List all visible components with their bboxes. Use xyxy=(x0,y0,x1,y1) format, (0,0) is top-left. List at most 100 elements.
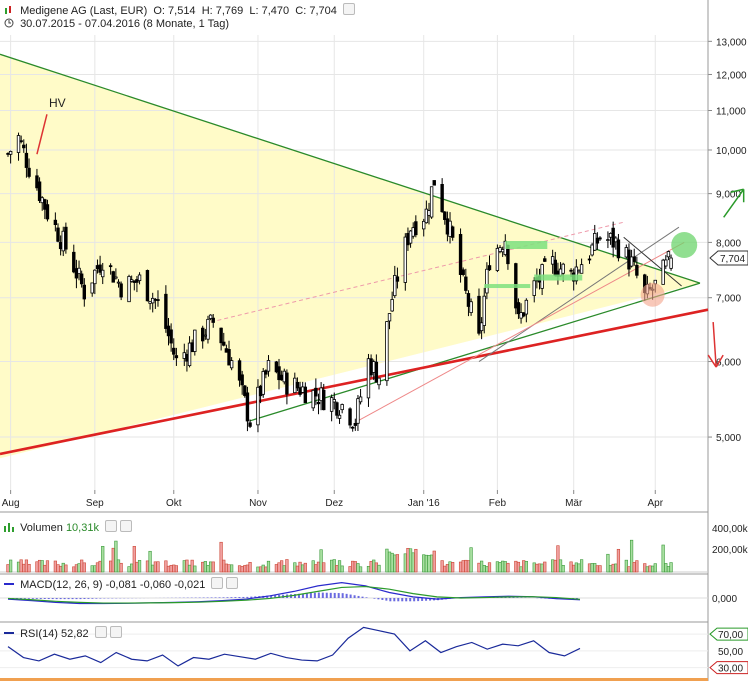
macd-histogram-bar xyxy=(349,594,352,598)
candle-body xyxy=(295,381,300,389)
candle-body xyxy=(629,256,634,267)
candle-body xyxy=(8,150,13,155)
volume-bar xyxy=(561,565,565,573)
volume-bar xyxy=(111,547,115,573)
volume-bar xyxy=(651,565,655,573)
rsi-settings-icon[interactable] xyxy=(94,626,107,638)
volume-bar xyxy=(377,564,381,573)
volume-bar xyxy=(230,564,234,573)
volume-bar xyxy=(172,564,176,573)
macd-histogram-bar xyxy=(206,597,209,598)
candle-body xyxy=(135,279,139,283)
macd-histogram-bar xyxy=(353,595,356,598)
candle-body xyxy=(487,265,492,271)
volume-bar xyxy=(137,560,142,573)
volume-bar xyxy=(301,564,305,573)
volume-bar xyxy=(43,564,47,573)
volume-bar xyxy=(451,562,455,573)
candle-body xyxy=(156,299,160,301)
breakout-circle xyxy=(671,231,698,258)
volume-bar xyxy=(482,565,486,573)
x-tick-label: Nov xyxy=(249,498,267,509)
pullback-circle xyxy=(640,282,665,307)
volume-bar xyxy=(153,561,157,573)
candle-body xyxy=(485,268,489,294)
volume-close-icon[interactable] xyxy=(120,520,133,532)
candle-body xyxy=(664,259,668,267)
volume-bar xyxy=(116,559,121,573)
volume-bar xyxy=(185,559,189,573)
volume-bar xyxy=(448,561,452,573)
macd-histogram-bar xyxy=(389,598,392,602)
volume-bar xyxy=(624,559,628,573)
volume-bar xyxy=(130,563,134,573)
candle-body xyxy=(414,221,418,236)
last-price-label: 7,704 xyxy=(720,254,745,265)
volume-bar xyxy=(593,563,597,573)
volume-settings-icon[interactable] xyxy=(105,520,118,532)
y-tick-label: 11,000 xyxy=(716,107,746,118)
volume-bar xyxy=(487,562,492,573)
volume-bar xyxy=(632,562,636,573)
candle-body xyxy=(577,269,581,273)
volume-bar xyxy=(648,565,652,573)
volume-bar xyxy=(24,559,29,573)
candle-body xyxy=(300,386,305,393)
volume-tick-label: 400,00k xyxy=(712,524,748,535)
candle-body xyxy=(93,269,97,285)
volume-bar xyxy=(503,561,507,573)
volume-bar xyxy=(519,566,523,573)
candle-body xyxy=(429,186,434,218)
candle-body xyxy=(132,280,136,283)
candle-body xyxy=(666,251,671,258)
macd-histogram-bar xyxy=(309,593,312,598)
macd-histogram-bar xyxy=(230,597,233,598)
volume-bar xyxy=(16,561,21,573)
candle-body xyxy=(608,232,613,238)
candle-body xyxy=(495,247,500,271)
candle-body xyxy=(595,237,600,244)
candle-body xyxy=(95,265,100,270)
candle-body xyxy=(164,293,168,329)
high-value: H: 7,769 xyxy=(201,5,244,17)
volume-bar xyxy=(169,564,173,573)
macd-histogram-bar xyxy=(27,598,30,599)
candle-body xyxy=(524,299,529,315)
macd-histogram-bar xyxy=(55,598,58,600)
settings-gear-icon[interactable] xyxy=(342,3,355,15)
volume-bar xyxy=(540,563,544,573)
macd-histogram-bar xyxy=(47,598,50,600)
volume-bar xyxy=(464,559,468,573)
candle-body xyxy=(237,360,242,381)
macd-histogram-bar xyxy=(67,598,70,600)
candle-body xyxy=(16,135,21,153)
support-zone-1 xyxy=(484,284,531,289)
candle-body xyxy=(190,342,194,353)
volume-bar xyxy=(27,563,31,573)
candle-body xyxy=(522,312,526,317)
macd-header: MACD(12, 26, 9) -0,081 -0,060 -0,021 xyxy=(4,577,239,591)
macd-histogram-bar xyxy=(341,593,344,598)
volume-bar xyxy=(6,564,10,573)
macd-histogram-bar xyxy=(59,598,62,600)
volume-bar xyxy=(422,554,426,573)
candle-body xyxy=(616,239,621,259)
rsi-close-icon[interactable] xyxy=(109,626,122,638)
candle-body xyxy=(229,360,234,369)
macd-histogram-bar xyxy=(305,593,308,598)
volume-bar xyxy=(411,552,415,573)
volume-bar xyxy=(274,564,278,573)
candle-body xyxy=(314,387,318,397)
macd-histogram-bar xyxy=(313,592,316,598)
candle-body xyxy=(340,404,344,411)
volume-bar xyxy=(56,564,60,573)
macd-histogram-bar xyxy=(238,597,241,598)
macd-settings-icon[interactable] xyxy=(211,577,224,589)
candle-body xyxy=(593,233,597,251)
volume-bar xyxy=(258,566,263,573)
volume-bar xyxy=(156,561,160,573)
candle-body xyxy=(40,197,44,204)
volume-bar xyxy=(440,560,444,573)
macd-close-icon[interactable] xyxy=(226,577,239,589)
volume-bar xyxy=(374,562,378,573)
